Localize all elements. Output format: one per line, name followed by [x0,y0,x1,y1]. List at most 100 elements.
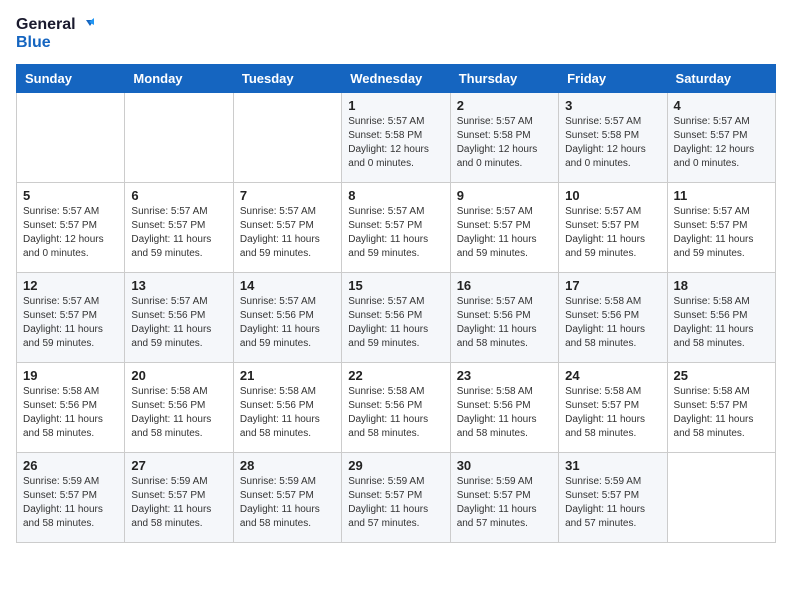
day-number: 10 [565,188,660,203]
day-number: 30 [457,458,552,473]
day-number: 4 [674,98,769,113]
day-number: 6 [131,188,226,203]
calendar-cell: 19 Sunrise: 5:58 AM Sunset: 5:56 PM Dayli… [17,362,125,452]
day-number: 19 [23,368,118,383]
calendar-cell: 2 Sunrise: 5:57 AM Sunset: 5:58 PM Daylig… [450,92,558,182]
day-number: 8 [348,188,443,203]
calendar-cell: 23 Sunrise: 5:58 AM Sunset: 5:56 PM Dayli… [450,362,558,452]
calendar-cell: 25 Sunrise: 5:58 AM Sunset: 5:57 PM Dayli… [667,362,775,452]
day-info: Sunrise: 5:59 AM Sunset: 5:57 PM Dayligh… [348,475,443,531]
calendar-header-row: SundayMondayTuesdayWednesdayThursdayFrid… [17,64,776,92]
calendar-cell [233,92,341,182]
day-number: 26 [23,458,118,473]
calendar-cell: 29Sunrise: 5:59 AM Sunset: 5:57 PM Dayli… [342,452,450,542]
calendar-cell: 7 Sunrise: 5:57 AM Sunset: 5:57 PM Daylig… [233,182,341,272]
day-number: 15 [348,278,443,293]
day-info: Sunrise: 5:57 AM Sunset: 5:57 PM Dayligh… [131,205,226,261]
calendar-week-row: 12Sunrise: 5:57 AM Sunset: 5:57 PM Dayli… [17,272,776,362]
day-info: Sunrise: 5:57 AM Sunset: 5:56 PM Dayligh… [240,295,335,351]
day-number: 31 [565,458,660,473]
day-number: 7 [240,188,335,203]
calendar-cell [17,92,125,182]
calendar-cell: 3Sunrise: 5:57 AM Sunset: 5:58 PM Daylig… [559,92,667,182]
day-number: 27 [131,458,226,473]
day-number: 23 [457,368,552,383]
day-number: 1 [348,98,443,113]
calendar-cell: 4 Sunrise: 5:57 AM Sunset: 5:57 PM Daylig… [667,92,775,182]
calendar-cell: 11 Sunrise: 5:57 AM Sunset: 5:57 PM Dayli… [667,182,775,272]
calendar-cell: 28Sunrise: 5:59 AM Sunset: 5:57 PM Dayli… [233,452,341,542]
day-number: 18 [674,278,769,293]
calendar-cell: 6 Sunrise: 5:57 AM Sunset: 5:57 PM Daylig… [125,182,233,272]
day-number: 11 [674,188,769,203]
day-number: 14 [240,278,335,293]
day-number: 13 [131,278,226,293]
day-info: Sunrise: 5:58 AM Sunset: 5:57 PM Dayligh… [674,385,769,441]
calendar-day-header: Tuesday [233,64,341,92]
day-number: 17 [565,278,660,293]
calendar-cell: 21Sunrise: 5:58 AM Sunset: 5:56 PM Dayli… [233,362,341,452]
day-info: Sunrise: 5:57 AM Sunset: 5:56 PM Dayligh… [131,295,226,351]
day-number: 16 [457,278,552,293]
day-info: Sunrise: 5:57 AM Sunset: 5:57 PM Dayligh… [240,205,335,261]
calendar-table: SundayMondayTuesdayWednesdayThursdayFrid… [16,64,776,543]
calendar-cell: 18 Sunrise: 5:58 AM Sunset: 5:56 PM Dayli… [667,272,775,362]
day-info: Sunrise: 5:57 AM Sunset: 5:57 PM Dayligh… [565,205,660,261]
logo-bird-icon [78,16,96,34]
calendar-week-row: 26 Sunrise: 5:59 AM Sunset: 5:57 PM Dayli… [17,452,776,542]
day-info: Sunrise: 5:58 AM Sunset: 5:56 PM Dayligh… [674,295,769,351]
day-info: Sunrise: 5:57 AM Sunset: 5:56 PM Dayligh… [348,295,443,351]
calendar-week-row: 5 Sunrise: 5:57 AM Sunset: 5:57 PM Daylig… [17,182,776,272]
day-info: Sunrise: 5:58 AM Sunset: 5:56 PM Dayligh… [348,385,443,441]
day-number: 12 [23,278,118,293]
day-number: 5 [23,188,118,203]
calendar-day-header: Saturday [667,64,775,92]
calendar-cell [125,92,233,182]
day-info: Sunrise: 5:58 AM Sunset: 5:56 PM Dayligh… [565,295,660,351]
day-info: Sunrise: 5:57 AM Sunset: 5:57 PM Dayligh… [348,205,443,261]
calendar-cell: 22Sunrise: 5:58 AM Sunset: 5:56 PM Dayli… [342,362,450,452]
calendar-week-row: 19 Sunrise: 5:58 AM Sunset: 5:56 PM Dayli… [17,362,776,452]
logo-general: General [16,16,76,34]
logo: General Blue [16,16,96,52]
day-info: Sunrise: 5:59 AM Sunset: 5:57 PM Dayligh… [23,475,118,531]
day-number: 2 [457,98,552,113]
day-info: Sunrise: 5:57 AM Sunset: 5:57 PM Dayligh… [674,205,769,261]
calendar-day-header: Monday [125,64,233,92]
calendar-cell: 27 Sunrise: 5:59 AM Sunset: 5:57 PM Dayli… [125,452,233,542]
day-info: Sunrise: 5:59 AM Sunset: 5:57 PM Dayligh… [457,475,552,531]
page-header: General Blue [16,16,776,52]
day-info: Sunrise: 5:57 AM Sunset: 5:58 PM Dayligh… [457,115,552,171]
logo-text: General Blue [16,16,96,52]
day-number: 25 [674,368,769,383]
day-info: Sunrise: 5:57 AM Sunset: 5:57 PM Dayligh… [457,205,552,261]
calendar-cell: 17 Sunrise: 5:58 AM Sunset: 5:56 PM Dayli… [559,272,667,362]
day-number: 24 [565,368,660,383]
calendar-cell: 14 Sunrise: 5:57 AM Sunset: 5:56 PM Dayli… [233,272,341,362]
day-number: 3 [565,98,660,113]
day-info: Sunrise: 5:57 AM Sunset: 5:57 PM Dayligh… [674,115,769,171]
calendar-cell [667,452,775,542]
calendar-week-row: 1 Sunrise: 5:57 AM Sunset: 5:58 PM Daylig… [17,92,776,182]
calendar-cell: 8 Sunrise: 5:57 AM Sunset: 5:57 PM Daylig… [342,182,450,272]
day-number: 9 [457,188,552,203]
calendar-cell: 31Sunrise: 5:59 AM Sunset: 5:57 PM Dayli… [559,452,667,542]
calendar-cell: 1 Sunrise: 5:57 AM Sunset: 5:58 PM Daylig… [342,92,450,182]
calendar-cell: 13 Sunrise: 5:57 AM Sunset: 5:56 PM Dayli… [125,272,233,362]
calendar-day-header: Wednesday [342,64,450,92]
day-info: Sunrise: 5:58 AM Sunset: 5:56 PM Dayligh… [240,385,335,441]
calendar-cell: 5Sunrise: 5:57 AM Sunset: 5:57 PM Daylig… [17,182,125,272]
day-info: Sunrise: 5:58 AM Sunset: 5:56 PM Dayligh… [23,385,118,441]
logo-blue: Blue [16,34,96,52]
calendar-cell: 12Sunrise: 5:57 AM Sunset: 5:57 PM Dayli… [17,272,125,362]
calendar-day-header: Thursday [450,64,558,92]
calendar-day-header: Sunday [17,64,125,92]
day-info: Sunrise: 5:59 AM Sunset: 5:57 PM Dayligh… [131,475,226,531]
day-info: Sunrise: 5:57 AM Sunset: 5:58 PM Dayligh… [348,115,443,171]
day-info: Sunrise: 5:57 AM Sunset: 5:56 PM Dayligh… [457,295,552,351]
day-number: 20 [131,368,226,383]
day-info: Sunrise: 5:58 AM Sunset: 5:56 PM Dayligh… [131,385,226,441]
day-info: Sunrise: 5:58 AM Sunset: 5:56 PM Dayligh… [457,385,552,441]
calendar-cell: 15 Sunrise: 5:57 AM Sunset: 5:56 PM Dayli… [342,272,450,362]
calendar-cell: 16 Sunrise: 5:57 AM Sunset: 5:56 PM Dayli… [450,272,558,362]
